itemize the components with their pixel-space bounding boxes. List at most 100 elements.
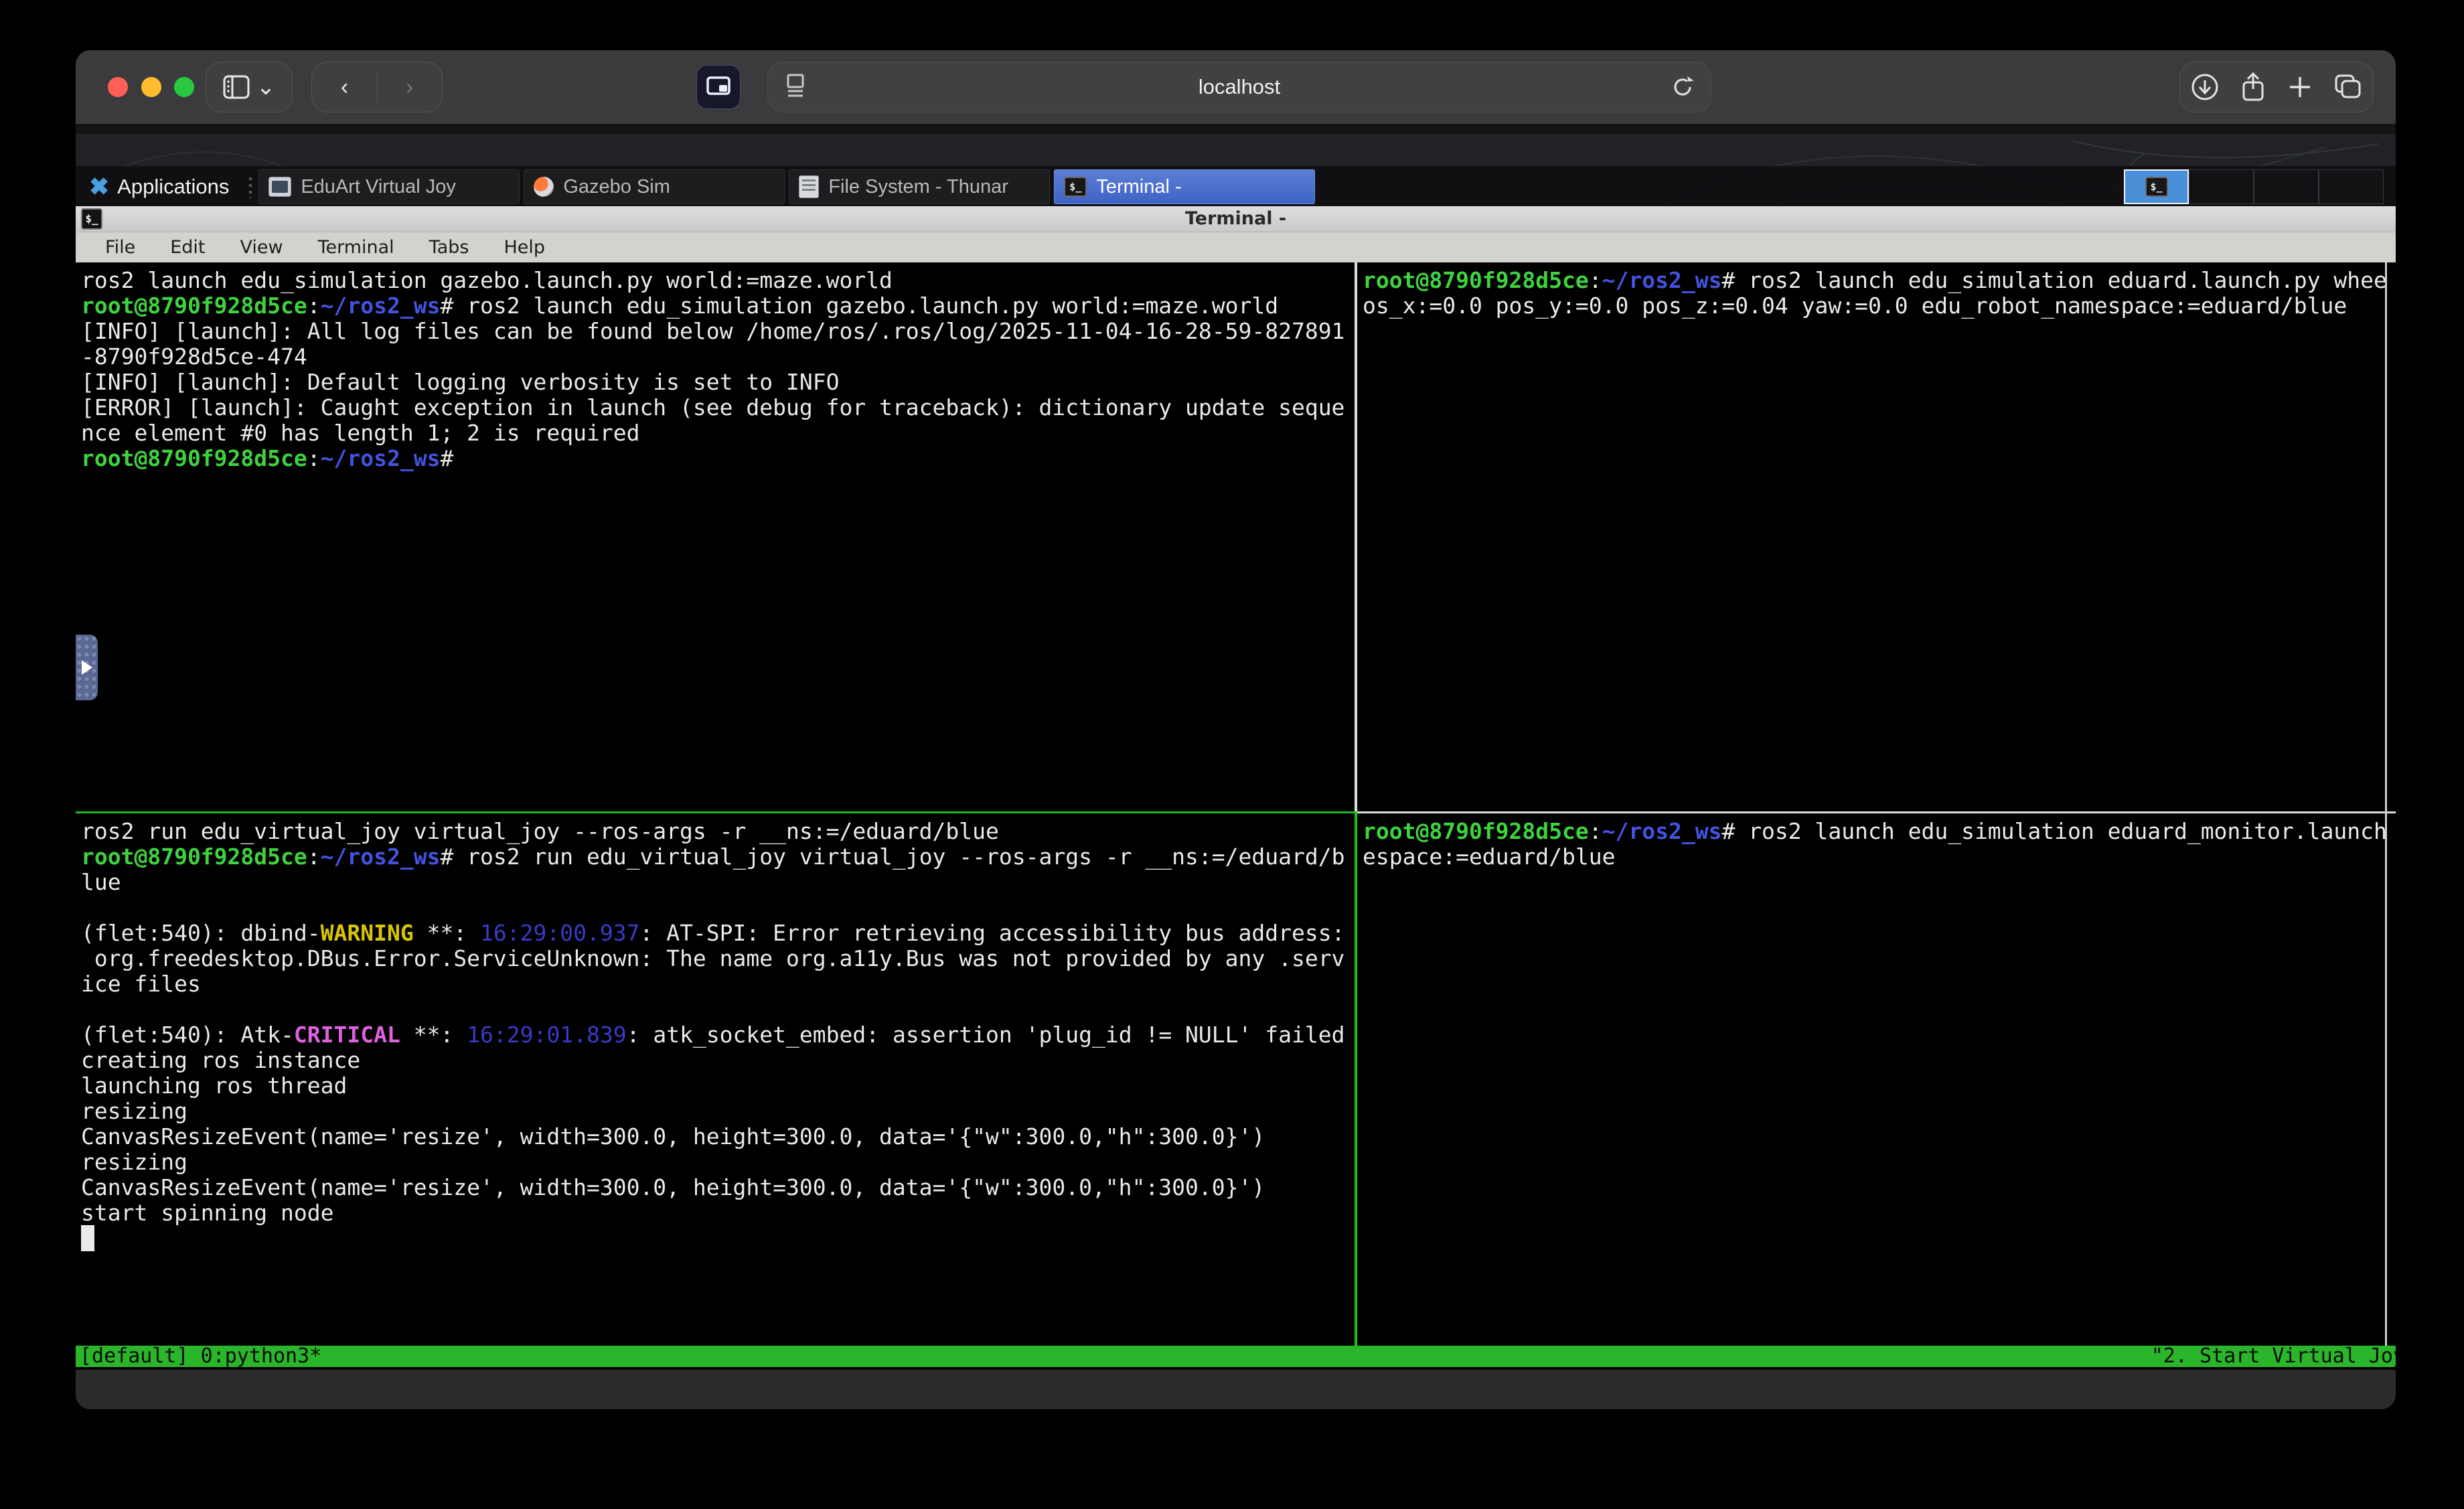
nav-divider [377,73,378,102]
task-label: Terminal - [1096,176,1181,198]
chevron-down-icon: ⌄ [256,76,276,98]
menu-tabs[interactable]: Tabs [412,232,487,263]
browser-bottom-chrome [76,1370,2396,1409]
task-label: File System - Thunar [828,176,1008,198]
reload-button[interactable] [1669,74,1696,100]
terminal-line: resizing [81,1149,1355,1175]
terminal-line: espace:=eduard/blue [1363,844,2385,870]
tabs-overview-button[interactable] [2333,73,2363,101]
toolbar-divider [76,124,2396,134]
terminal-icon: $_ [2145,177,2168,197]
pane-divider-vertical-bottom-active[interactable] [1355,811,1357,1346]
terminal-line [81,895,1355,921]
expand-arrow-icon [82,660,92,675]
tmux-status-bar: [default] 0:python3* "2. Start Virtual J… [76,1346,2396,1367]
terminal-line: nce element #0 has length 1; 2 is requir… [81,420,1355,446]
share-button[interactable] [2240,72,2266,102]
task-button-terminal[interactable]: $_ Terminal - [1054,169,1315,204]
terminal-line: lue [81,870,1355,895]
workspace-4[interactable] [2319,169,2384,204]
terminal-window-title: Terminal - [76,206,2396,232]
sidebar-icon [223,75,250,99]
terminal-line: CanvasResizeEvent(name='resize', width=3… [81,1124,1355,1149]
menu-edit[interactable]: Edit [153,232,222,263]
terminal-line [81,997,1355,1022]
xfce-applications-icon: ✖ [89,173,109,201]
terminal-window: $_ Terminal - File Edit View Terminal Ta… [76,206,2396,1370]
tmux-pane-top-left[interactable]: ros2 launch edu_simulation gazebo.launch… [76,262,1355,811]
terminal-line: os_x:=0.0 pos_y:=0.0 pos_z:=0.04 yaw:=0.… [1363,293,2385,319]
app-badge-button[interactable] [696,65,741,109]
terminal-line: [INFO] [launch]: Default logging verbosi… [81,370,1355,395]
terminal-line: creating ros instance [81,1048,1355,1073]
sidebar-toggle-button[interactable]: ⌄ [206,62,293,112]
terminal-right-edge-border [2385,262,2387,1346]
pane-divider-vertical-top[interactable] [1355,262,1357,811]
task-label: EduArt Virtual Joy [301,176,456,198]
tmux-pane-top-right[interactable]: root@8790f928d5ce:~/ros2_ws# ros2 launch… [1357,262,2385,811]
pane-divider-horizontal-left-active[interactable] [76,811,1355,813]
applications-label: Applications [117,175,229,199]
screen-share-icon [706,76,731,98]
terminal-line: root@8790f928d5ce:~/ros2_ws# ros2 launch… [1363,268,2385,293]
menu-terminal[interactable]: Terminal [301,232,412,263]
tmux-pane-bottom-left[interactable]: ros2 run edu_virtual_joy virtual_joy --r… [76,813,1355,1346]
downloads-button[interactable] [2190,72,2220,102]
gazebo-icon [534,177,554,197]
pane-divider-horizontal-right[interactable] [1357,811,2396,813]
terminal-line: root@8790f928d5ce:~/ros2_ws# ros2 launch… [1363,819,2385,844]
vnc-control-bar-handle[interactable] [76,635,98,700]
terminal-line: root@8790f928d5ce:~/ros2_ws# [81,446,1355,471]
panel-separator [248,175,253,198]
terminal-line: launching ros thread [81,1073,1355,1099]
screenshot-stage: ⌄ ‹ › [0,0,2464,1509]
nav-button-group: ‹ › [311,62,443,112]
terminal-line: root@8790f928d5ce:~/ros2_ws# ros2 launch… [81,293,1355,319]
terminal-line: [ERROR] [launch]: Caught exception in la… [81,395,1355,420]
terminal-line: ice files [81,971,1355,997]
terminal-line: (flet:540): dbind-WARNING **: 16:29:00.9… [81,921,1355,946]
forward-button[interactable]: › [406,76,413,98]
terminal-line: ros2 run edu_virtual_joy virtual_joy --r… [81,819,1355,844]
terminal-titlebar[interactable]: $_ Terminal - [76,206,2396,232]
zoom-window-button[interactable] [174,77,194,97]
applications-menu-button[interactable]: ✖ Applications [76,166,242,208]
browser-window: ⌄ ‹ › [76,50,2396,1409]
url-text: localhost [768,75,1711,99]
menu-file[interactable]: File [88,232,153,263]
menu-view[interactable]: View [222,232,300,263]
eduart-window-icon [268,177,291,197]
terminal-line: -8790f928d5ce-474 [81,344,1355,370]
address-bar[interactable]: localhost [767,62,1711,112]
terminal-line: resizing [81,1099,1355,1124]
terminal-line: [INFO] [launch]: All log files can be fo… [81,319,1355,344]
workspace-pager: $_ [2124,169,2384,204]
toolbar-right-group [2179,62,2374,112]
task-button-thunar[interactable]: File System - Thunar [789,169,1050,204]
thunar-icon [799,175,819,198]
terminal-line: org.freedesktop.DBus.Error.ServiceUnknow… [81,946,1355,971]
terminal-line: root@8790f928d5ce:~/ros2_ws# ros2 run ed… [81,844,1355,870]
workspace-3[interactable] [2254,169,2319,204]
terminal-line: CanvasResizeEvent(name='resize', width=3… [81,1175,1355,1200]
minimize-window-button[interactable] [141,77,161,97]
menu-help[interactable]: Help [486,232,562,263]
task-button-gazebo-sim[interactable]: Gazebo Sim [524,169,785,204]
taskbar: ✖ Applications EduArt Virtual Joy Gazebo… [76,166,2396,208]
back-button[interactable]: ‹ [341,76,348,98]
tmux-pane-bottom-right[interactable]: root@8790f928d5ce:~/ros2_ws# ros2 launch… [1357,813,2385,1346]
tmux-pane-title: "2. Start Virtual Joy [2151,1346,2396,1367]
workspace-1-active[interactable]: $_ [2124,169,2189,204]
terminal-line: start spinning node [81,1200,1355,1226]
workspace-2[interactable] [2189,169,2254,204]
remote-desktop-page: ✖ Applications EduArt Virtual Joy Gazebo… [76,134,2396,1409]
terminal-line: (flet:540): Atk-CRITICAL **: 16:29:01.83… [81,1022,1355,1048]
close-window-button[interactable] [108,77,128,97]
new-tab-button[interactable] [2287,74,2313,100]
terminal-content: ros2 launch edu_simulation gazebo.launch… [76,262,2396,1370]
task-button-eduart-virtual-joy[interactable]: EduArt Virtual Joy [258,169,520,204]
terminal-line [81,1226,1355,1251]
page-icon[interactable] [784,72,807,102]
tmux-session-and-window: [default] 0:python3* [80,1346,321,1367]
terminal-line: ros2 launch edu_simulation gazebo.launch… [81,268,1355,293]
